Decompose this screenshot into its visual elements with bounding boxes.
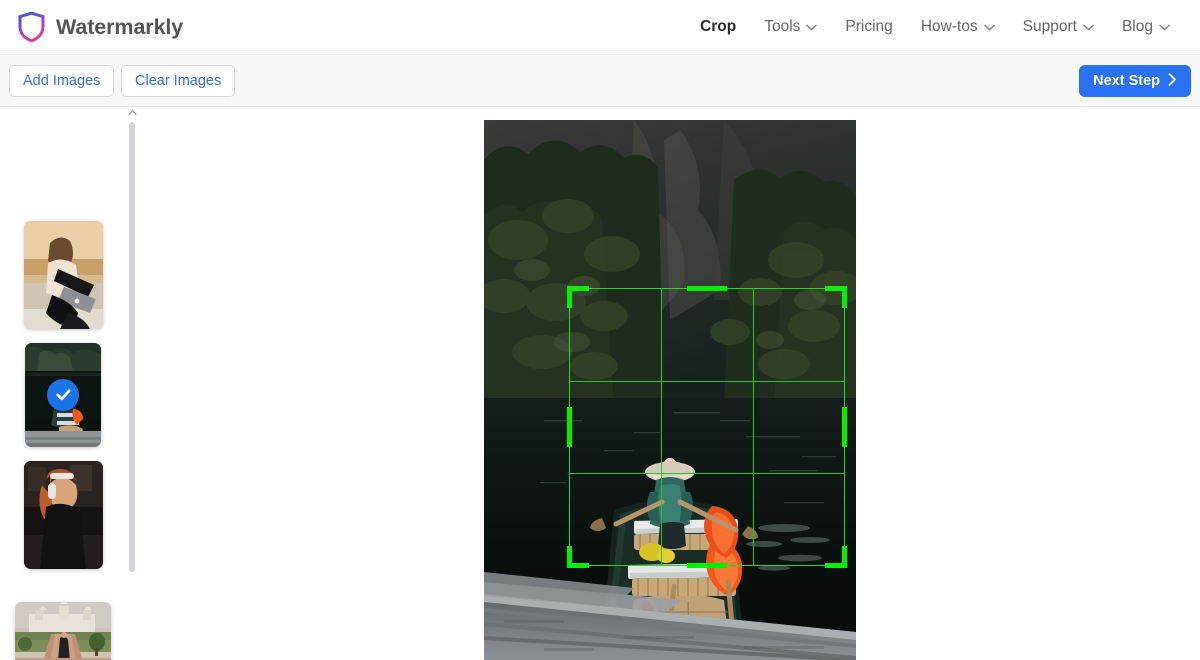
nav-item-how-tos[interactable]: How-tos bbox=[907, 12, 1009, 42]
nav-item-blog[interactable]: Blog bbox=[1108, 12, 1184, 42]
watermarkly-crop-app: Watermarkly Crop Tools Pricing How-tos S… bbox=[0, 0, 1200, 660]
main-navigation: Crop Tools Pricing How-tos Support Blog bbox=[686, 12, 1184, 42]
check-circle-icon bbox=[47, 378, 79, 411]
nav-item-tools[interactable]: Tools bbox=[750, 12, 831, 42]
chevron-down-icon bbox=[1159, 24, 1170, 31]
list-item[interactable] bbox=[0, 342, 126, 447]
list-item[interactable] bbox=[0, 460, 126, 570]
thumbnail-art bbox=[15, 601, 111, 660]
shield-icon bbox=[18, 12, 45, 42]
crop-handle-middle-left[interactable] bbox=[567, 407, 572, 447]
add-images-button[interactable]: Add Images bbox=[9, 65, 115, 97]
clear-images-button[interactable]: Clear Images bbox=[121, 65, 236, 97]
chevron-down-icon bbox=[983, 24, 995, 31]
add-images-label: Add Images bbox=[23, 73, 101, 89]
nav-label: Crop bbox=[700, 18, 737, 35]
chevron-down-icon bbox=[1083, 24, 1094, 31]
image-thumbnail-list[interactable] bbox=[0, 108, 126, 660]
crop-handle-bottom-left[interactable] bbox=[567, 546, 572, 568]
crop-handle-top-center[interactable] bbox=[687, 286, 727, 291]
next-step-button[interactable]: Next Step bbox=[1079, 65, 1191, 97]
crop-grid-line-horizontal bbox=[569, 473, 845, 475]
thumbnail-boat-on-lake-vietnam[interactable] bbox=[25, 342, 101, 447]
thumbnail-art bbox=[23, 221, 103, 329]
site-header: Watermarkly Crop Tools Pricing How-tos S… bbox=[0, 0, 1200, 55]
crop-grid-line-horizontal bbox=[569, 380, 845, 382]
nav-label: Support bbox=[1022, 18, 1077, 35]
sidebar-scrollbar-thumb[interactable] bbox=[129, 122, 135, 572]
list-item[interactable] bbox=[0, 220, 126, 330]
nav-label: Tools bbox=[764, 18, 801, 35]
crop-handle-top-right[interactable] bbox=[842, 286, 847, 308]
thumbnail-woman-with-headphones[interactable] bbox=[23, 461, 103, 569]
chevron-down-icon bbox=[806, 24, 818, 31]
chevron-right-icon bbox=[1168, 72, 1177, 90]
clear-images-label: Clear Images bbox=[135, 73, 222, 89]
brand-name: Watermarkly bbox=[56, 14, 184, 39]
nav-item-crop[interactable]: Crop bbox=[686, 12, 750, 42]
crop-handle-top-left[interactable] bbox=[567, 286, 572, 308]
nav-item-pricing[interactable]: Pricing bbox=[831, 12, 906, 42]
crop-handle-middle-right[interactable] bbox=[842, 407, 847, 447]
nav-label: Blog bbox=[1121, 18, 1153, 35]
thumbnail-palace-garden-pathway[interactable] bbox=[15, 601, 111, 660]
crop-handle-bottom-right[interactable] bbox=[842, 546, 847, 568]
crop-grid-line-vertical bbox=[752, 288, 754, 566]
list-item[interactable] bbox=[0, 600, 126, 660]
crop-canvas-area bbox=[137, 108, 1200, 660]
crop-selection-box[interactable] bbox=[567, 286, 847, 568]
thumbnail-woman-reading-with-laptop[interactable] bbox=[23, 221, 103, 329]
thumbnail-art bbox=[23, 461, 103, 569]
main-photo-boat-on-lake-with-rower[interactable] bbox=[484, 120, 856, 660]
crop-grid-line-vertical bbox=[660, 288, 662, 566]
crop-handle-bottom-center[interactable] bbox=[687, 563, 727, 568]
brand-logo-link[interactable]: Watermarkly bbox=[18, 12, 183, 42]
nav-label: Pricing bbox=[845, 18, 893, 35]
nav-label: How-tos bbox=[920, 18, 978, 35]
editor-toolbar: Add Images Clear Images 1 × 1 bbox=[0, 55, 1200, 152]
nav-item-support[interactable]: Support bbox=[1009, 12, 1108, 42]
next-step-label: Next Step bbox=[1093, 73, 1160, 89]
